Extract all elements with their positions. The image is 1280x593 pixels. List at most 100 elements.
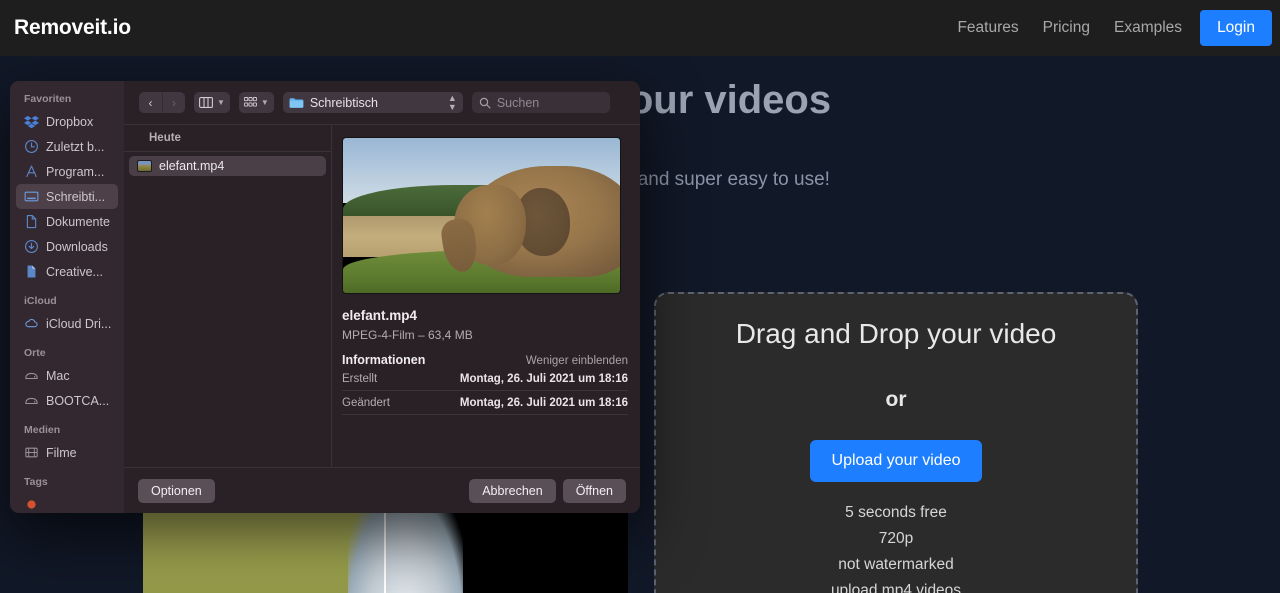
preview-info-value: Montag, 26. Juli 2021 um 18:16 <box>459 373 628 385</box>
sidebar-item-creative[interactable]: Creative... <box>16 259 118 284</box>
sidebar-group-title: Favoriten <box>24 93 72 105</box>
sidebar-group-title: Orte <box>24 347 46 359</box>
dialog-main: ‹ › ▼ ▼ Schreibtisch ▲ ▼ Suchen Heute el… <box>124 81 640 513</box>
sidebar-item-recent[interactable]: Zuletzt b... <box>16 134 118 159</box>
nav-link-features[interactable]: Features <box>945 19 1030 37</box>
sidebar-item-desktop[interactable]: Schreibti... <box>16 184 118 209</box>
dialog-footer: Optionen Abbrechen Öffnen <box>124 467 640 513</box>
file-preview-pane: elefant.mp4 MPEG-4-Film – 63,4 MB Inform… <box>332 125 640 467</box>
sidebar-group-title: Medien <box>24 424 61 436</box>
preview-info-title: Informationen <box>342 353 426 367</box>
sidebar-item-label: Schreibti... <box>46 189 106 204</box>
file-list-item[interactable]: elefant.mp4 <box>129 156 326 176</box>
dialog-toolbar: ‹ › ▼ ▼ Schreibtisch ▲ ▼ Suchen <box>124 81 640 124</box>
file-open-dialog: Favoriten Dropbox Zuletzt b... Program.. <box>10 81 640 513</box>
sidebar-item-downloads[interactable]: Downloads <box>16 234 118 259</box>
tag-dot-icon <box>27 500 36 509</box>
preview-info-row: Erstellt Montag, 26. Juli 2021 um 18:16 <box>342 367 628 391</box>
chevron-down-icon: ▼ <box>260 98 269 107</box>
desktop-icon <box>24 191 39 202</box>
video-thumbnail-icon <box>137 160 152 172</box>
cloud-icon <box>25 318 38 328</box>
file-list-section-header: Heute <box>124 125 331 152</box>
preview-info-row: Geändert Montag, 26. Juli 2021 um 18:16 <box>342 391 628 415</box>
preview-file-meta: MPEG-4-Film – 63,4 MB <box>342 328 473 342</box>
preview-info-key: Geändert <box>342 397 390 409</box>
preview-info-header: Informationen Weniger einblenden <box>342 353 628 367</box>
sidebar-item-label: Creative... <box>46 264 103 279</box>
sidebar-item-tag[interactable] <box>16 492 118 513</box>
search-field[interactable]: Suchen <box>471 92 610 113</box>
sidebar-item-bootcamp[interactable]: BOOTCA... <box>16 388 118 413</box>
forward-button[interactable]: › <box>162 92 185 113</box>
path-dropdown[interactable]: Schreibtisch ▲ ▼ <box>282 92 463 113</box>
path-label: Schreibtisch <box>309 95 378 110</box>
harddisk-icon <box>25 397 38 405</box>
dropzone-feature-list: 5 seconds free 720p not watermarked uplo… <box>831 504 961 593</box>
sidebar-item-label: iCloud Dri... <box>46 316 112 331</box>
sidebar-item-dropbox[interactable]: Dropbox <box>16 109 118 134</box>
feature-item: upload mp4 videos <box>830 582 962 593</box>
sidebar-group-title: iCloud <box>24 295 57 307</box>
sidebar-item-label: BOOTCA... <box>46 393 110 408</box>
applications-icon <box>26 165 37 178</box>
sidebar-item-movies[interactable]: Filme <box>16 440 118 465</box>
feature-item: not watermarked <box>838 556 954 573</box>
grid-view-icon <box>243 97 257 107</box>
preview-info-key: Erstellt <box>342 373 378 385</box>
nav-link-pricing[interactable]: Pricing <box>1031 19 1102 37</box>
dropbox-icon <box>24 115 39 129</box>
options-button[interactable]: Optionen <box>138 478 215 503</box>
upload-video-button[interactable]: Upload your video <box>809 440 983 482</box>
sidebar-item-documents[interactable]: Dokumente <box>16 209 118 234</box>
view-mode-button[interactable]: ▼ <box>194 92 230 113</box>
page-root: Removeit.io Features Pricing Examples Lo… <box>0 0 1280 593</box>
sidebar-item-label: Program... <box>46 164 105 179</box>
sidebar-item-label: Dropbox <box>46 114 94 129</box>
feature-item: 5 seconds free <box>845 504 947 521</box>
download-icon <box>25 240 38 253</box>
dropzone[interactable]: Drag and Drop your video or Upload your … <box>654 292 1138 593</box>
sidebar-item-label: Mac <box>46 368 70 383</box>
login-button[interactable]: Login <box>1200 10 1272 46</box>
file-name-label: elefant.mp4 <box>159 159 225 173</box>
top-navbar: Removeit.io Features Pricing Examples Lo… <box>0 0 1280 56</box>
nav-links: Features Pricing Examples Login <box>945 0 1280 56</box>
search-icon <box>479 97 491 109</box>
sidebar-item-label: Downloads <box>46 239 108 254</box>
sidebar-item-label: Filme <box>46 445 77 460</box>
brand-logo[interactable]: Removeit.io <box>14 16 131 40</box>
dialog-body: Heute elefant.mp4 elefant.mp4 MPEG-4-Fil… <box>124 124 640 467</box>
dropzone-title: Drag and Drop your video <box>735 318 1057 349</box>
preview-info-toggle[interactable]: Weniger einblenden <box>526 355 628 367</box>
film-icon <box>25 447 38 458</box>
sidebar-item-label: Dokumente <box>46 214 110 229</box>
search-placeholder: Suchen <box>496 95 540 110</box>
feature-item: 720p <box>878 530 914 547</box>
harddisk-icon <box>25 372 38 380</box>
sidebar-item-applications[interactable]: Program... <box>16 159 118 184</box>
columns-view-icon <box>199 97 213 108</box>
stepper-icon: ▲ ▼ <box>447 92 457 112</box>
sidebar-group-title: Tags <box>24 476 48 488</box>
dialog-sidebar: Favoriten Dropbox Zuletzt b... Program.. <box>10 81 124 513</box>
open-button[interactable]: Öffnen <box>562 478 626 503</box>
preview-info-value: Montag, 26. Juli 2021 um 18:16 <box>459 397 628 409</box>
clock-icon <box>25 140 38 153</box>
group-by-button[interactable]: ▼ <box>238 92 274 113</box>
chevron-down-icon: ▼ <box>217 98 225 107</box>
navigation-segment: ‹ › <box>139 92 185 113</box>
preview-thumbnail <box>342 137 621 294</box>
nav-link-examples[interactable]: Examples <box>1102 19 1194 37</box>
back-button[interactable]: ‹ <box>139 92 162 113</box>
folder-icon <box>289 97 304 108</box>
sidebar-item-icloud-drive[interactable]: iCloud Dri... <box>16 311 118 336</box>
dropzone-or-label: or <box>885 388 907 411</box>
preview-file-name: elefant.mp4 <box>342 308 418 323</box>
file-list: Heute elefant.mp4 <box>124 125 332 467</box>
sidebar-item-label: Zuletzt b... <box>46 139 105 154</box>
document-icon <box>26 214 37 229</box>
sidebar-item-mac[interactable]: Mac <box>16 363 118 388</box>
file-icon <box>27 265 36 278</box>
cancel-button[interactable]: Abbrechen <box>469 478 556 503</box>
